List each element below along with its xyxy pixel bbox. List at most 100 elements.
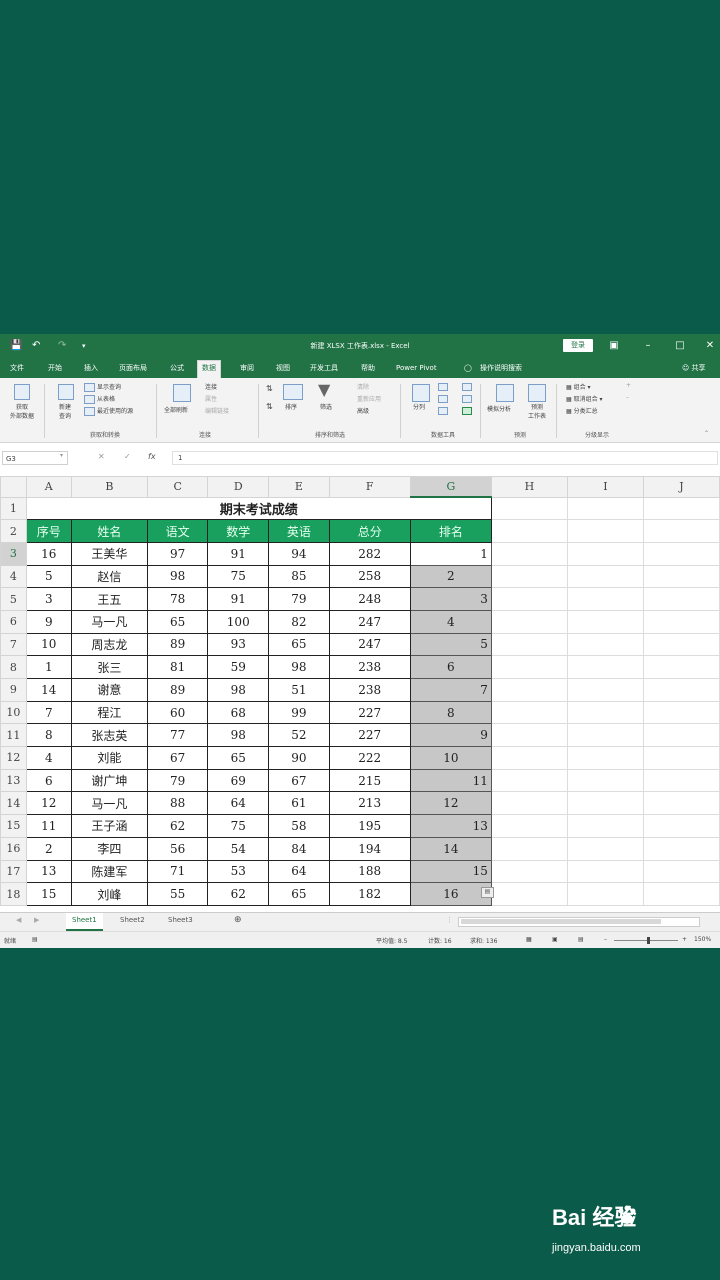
- row-header[interactable]: 4: [0, 564, 27, 589]
- row-header[interactable]: 14: [0, 791, 27, 816]
- cell-rank[interactable]: 14: [409, 836, 492, 861]
- zoom-slider-thumb[interactable]: [647, 937, 650, 944]
- cell-total[interactable]: 194: [328, 836, 411, 861]
- empty-cell[interactable]: [566, 678, 644, 702]
- cell-name[interactable]: 王五: [70, 587, 148, 611]
- tab-view[interactable]: 视图: [272, 362, 294, 378]
- cell-rank[interactable]: 12: [409, 791, 492, 816]
- empty-cell[interactable]: [490, 746, 568, 770]
- cell-total[interactable]: 215: [328, 768, 411, 793]
- empty-cell[interactable]: [642, 700, 720, 725]
- filter-button[interactable]: 筛选: [320, 402, 332, 411]
- cell-english[interactable]: 98: [268, 655, 330, 679]
- cell-no[interactable]: 6: [25, 768, 72, 793]
- cell-name[interactable]: 周志龙: [70, 632, 148, 657]
- empty-cell[interactable]: [642, 836, 720, 861]
- cell-rank[interactable]: 5: [409, 632, 492, 657]
- sheet-title-cell[interactable]: 期末考试成绩: [25, 496, 492, 521]
- empty-cell[interactable]: [642, 768, 720, 793]
- cell-math[interactable]: 65: [207, 746, 270, 770]
- zoom-in-icon[interactable]: +: [682, 936, 687, 943]
- header-cell[interactable]: 序号: [25, 519, 72, 543]
- cell-total[interactable]: 282: [328, 541, 411, 566]
- empty-cell[interactable]: [490, 723, 568, 748]
- cell-name[interactable]: 马一凡: [70, 791, 148, 816]
- cell-chinese[interactable]: 67: [146, 746, 209, 770]
- cell-math[interactable]: 75: [207, 564, 270, 589]
- cell-no[interactable]: 12: [25, 791, 72, 816]
- empty-cell[interactable]: [490, 768, 568, 793]
- cell-math[interactable]: 91: [207, 587, 270, 611]
- relationships-icon[interactable]: [462, 395, 472, 403]
- cell-name[interactable]: 刘峰: [70, 882, 148, 906]
- manage-data-model-icon[interactable]: [462, 407, 472, 415]
- name-box-dropdown-icon[interactable]: ▾: [60, 452, 63, 459]
- customize-icon[interactable]: ▾: [82, 340, 86, 352]
- cell-math[interactable]: 91: [207, 541, 270, 566]
- column-header[interactable]: H: [490, 476, 568, 498]
- empty-cell[interactable]: [566, 836, 644, 861]
- empty-cell[interactable]: [642, 723, 720, 748]
- zoom-slider[interactable]: [614, 940, 678, 941]
- empty-cell[interactable]: [642, 632, 720, 657]
- remove-duplicates-icon[interactable]: [438, 395, 448, 403]
- empty-cell[interactable]: [642, 541, 720, 566]
- macro-record-icon[interactable]: ▤: [32, 936, 38, 943]
- cell-chinese[interactable]: 60: [146, 700, 209, 725]
- empty-cell[interactable]: [566, 496, 644, 521]
- scrollbar-thumb[interactable]: [461, 919, 661, 924]
- cell-math[interactable]: 98: [207, 678, 270, 702]
- redo-icon[interactable]: ↷: [58, 340, 66, 352]
- cell-english[interactable]: 58: [268, 814, 330, 838]
- empty-cell[interactable]: [490, 609, 568, 634]
- cell-english[interactable]: 65: [268, 632, 330, 657]
- close-icon[interactable]: ✕: [702, 338, 718, 354]
- empty-cell[interactable]: [642, 587, 720, 611]
- cell-total[interactable]: 247: [328, 609, 411, 634]
- cell-no[interactable]: 14: [25, 678, 72, 702]
- share-button[interactable]: ☺ 共享: [678, 362, 710, 378]
- normal-view-icon[interactable]: ▦: [526, 936, 532, 943]
- page-break-view-icon[interactable]: ▤: [578, 936, 584, 943]
- cell-no[interactable]: 11: [25, 814, 72, 838]
- row-header[interactable]: 7: [0, 632, 27, 657]
- forecast-sheet-button[interactable]: 预测 工作表: [525, 402, 549, 420]
- empty-cell[interactable]: [642, 609, 720, 634]
- tab-home[interactable]: 开始: [44, 362, 66, 378]
- get-external-data-button[interactable]: 获取 外部数据: [4, 402, 40, 420]
- autofill-options-icon[interactable]: ▤: [481, 887, 494, 898]
- empty-cell[interactable]: [642, 519, 720, 543]
- row-header[interactable]: 16: [0, 836, 27, 861]
- header-cell[interactable]: 英语: [268, 519, 330, 543]
- row-header[interactable]: 17: [0, 859, 27, 884]
- row-header[interactable]: 5: [0, 587, 27, 611]
- sheet-tab-2[interactable]: Sheet2: [114, 913, 151, 929]
- empty-cell[interactable]: [642, 791, 720, 816]
- sort-ascending-icon[interactable]: ⇅: [266, 384, 273, 393]
- row-header[interactable]: 3: [0, 541, 27, 566]
- show-detail-icon[interactable]: +: [626, 382, 631, 389]
- cell-name[interactable]: 赵信: [70, 564, 148, 589]
- collapse-ribbon-icon[interactable]: ⌃: [704, 430, 709, 437]
- tell-me-search[interactable]: 操作说明搜索: [476, 362, 526, 378]
- cell-math[interactable]: 54: [207, 836, 270, 861]
- cell-no[interactable]: 5: [25, 564, 72, 589]
- column-header[interactable]: C: [146, 476, 209, 498]
- empty-cell[interactable]: [566, 564, 644, 589]
- cell-chinese[interactable]: 77: [146, 723, 209, 748]
- reapply-button[interactable]: 重新应用: [357, 394, 381, 403]
- column-header[interactable]: G: [409, 476, 492, 498]
- cell-math[interactable]: 62: [207, 882, 270, 906]
- empty-cell[interactable]: [566, 700, 644, 725]
- cell-total[interactable]: 247: [328, 632, 411, 657]
- refresh-all-button[interactable]: 全部刷新: [164, 405, 188, 414]
- tab-split-handle[interactable]: ⋮: [440, 913, 459, 929]
- empty-cell[interactable]: [490, 814, 568, 838]
- insert-function-icon[interactable]: fx: [148, 452, 156, 461]
- cell-no[interactable]: 4: [25, 746, 72, 770]
- empty-cell[interactable]: [490, 496, 568, 521]
- cell-rank[interactable]: 11: [409, 768, 492, 793]
- maximize-icon[interactable]: □: [672, 338, 688, 354]
- cell-math[interactable]: 53: [207, 859, 270, 884]
- cell-chinese[interactable]: 62: [146, 814, 209, 838]
